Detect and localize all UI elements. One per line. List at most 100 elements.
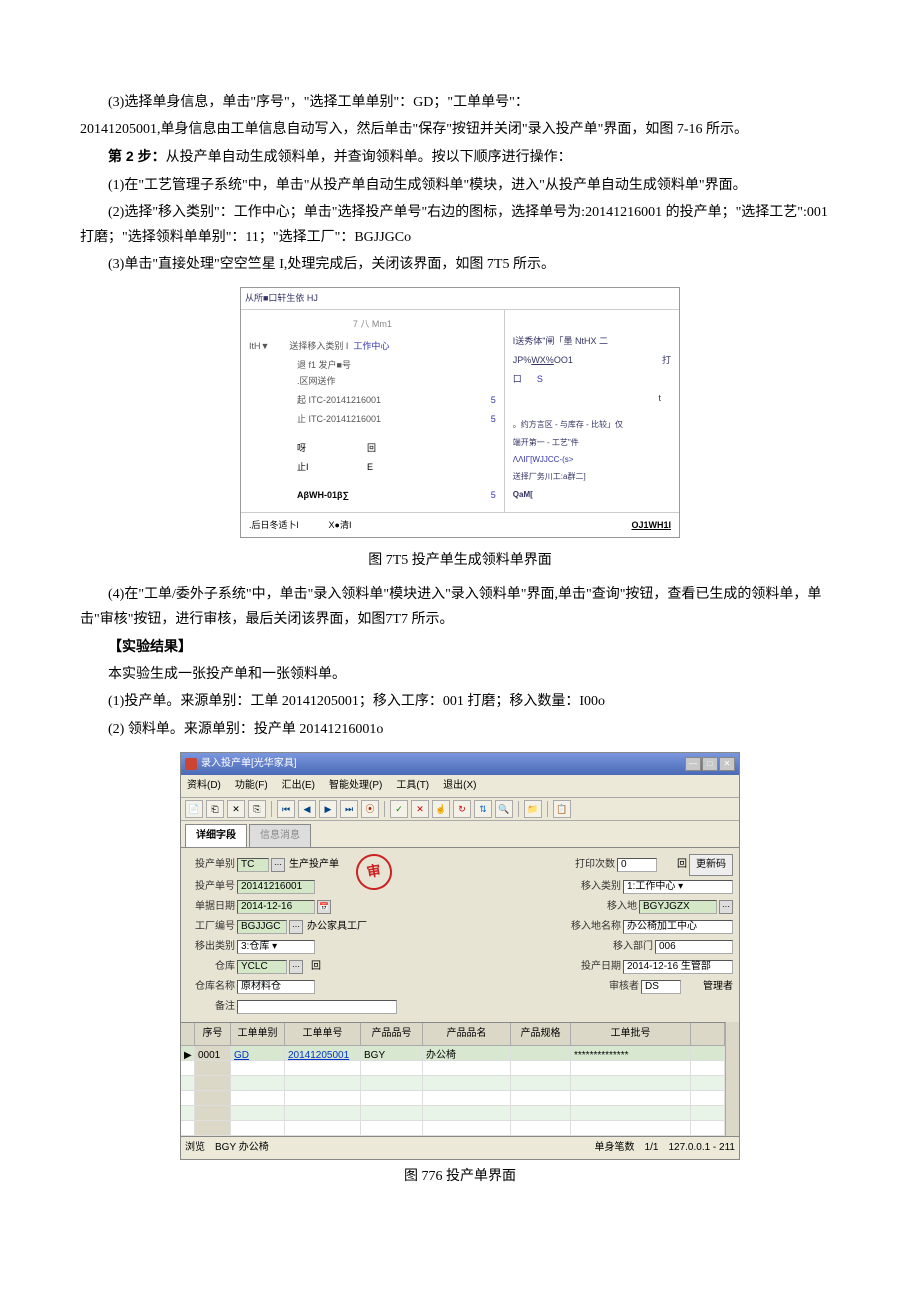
pick-order-type[interactable]: ⋯ <box>271 858 285 872</box>
fig1-r1-lbl: 送择移入类别 I <box>289 338 349 354</box>
cell-spec <box>511 1046 571 1060</box>
gh-marker <box>181 1023 195 1045</box>
input-move-loc[interactable]: BGYJGZX <box>639 900 717 914</box>
lbl-remark: 备注 <box>187 998 235 1016</box>
tb-next-icon[interactable]: ▶ <box>319 800 337 818</box>
status-count-lbl: 单身笔数 <box>595 1139 635 1157</box>
fig1-r4-lbl: 止 ITC-20141216001 <box>297 411 407 427</box>
pick-factory[interactable]: ⋯ <box>289 920 303 934</box>
input-warehouse[interactable]: YCLC <box>237 960 287 974</box>
tb-check-icon[interactable]: ✓ <box>390 800 408 818</box>
cell-rest <box>691 1046 725 1060</box>
pick-move-loc[interactable]: ⋯ <box>719 900 733 914</box>
table-row[interactable]: ▶ 0001 GD 20141205001 BGY 办公椅 **********… <box>181 1046 725 1061</box>
lbl-print-count: 打印次数 <box>567 856 615 874</box>
input-print-count[interactable]: 0 <box>617 858 657 872</box>
menu-data[interactable]: 资料(D) <box>187 777 221 795</box>
select-move-type[interactable]: 1:工作中心 ▾ <box>623 880 733 894</box>
pick-warehouse[interactable]: ⋯ <box>289 960 303 974</box>
input-doc-date[interactable]: 2014-12-16 <box>237 900 315 914</box>
form-panel: 审 投产单别 TC ⋯ 生产投产单 打印次数 0 回 更新码 投产单号 2014… <box>181 847 739 1022</box>
gh-name[interactable]: 产品品名 <box>423 1023 511 1045</box>
tb-target-icon[interactable]: ⦿ <box>361 800 379 818</box>
input-order-no[interactable]: 20141216001 <box>237 880 315 894</box>
row-marker: ▶ <box>181 1046 195 1060</box>
gh-type[interactable]: 工单单别 <box>231 1023 285 1045</box>
tb-refresh-icon[interactable]: ↻ <box>453 800 471 818</box>
caption-776: 图 776 投产单界面 <box>80 1164 840 1189</box>
cell-ord[interactable]: 20141205001 <box>285 1046 361 1060</box>
lbl-auditor: 审核者 <box>591 978 639 996</box>
gh-ord[interactable]: 工单单号 <box>285 1023 361 1045</box>
fig1-r5a: 呀 <box>297 440 367 456</box>
tb-clip-icon[interactable]: 📋 <box>553 800 571 818</box>
para-step2: 第 2 步：从投产单自动生成领料单，并查询领料单。按以下顺序进行操作： <box>80 144 840 170</box>
table-row[interactable] <box>181 1061 725 1076</box>
menu-export[interactable]: 汇出(E) <box>282 777 315 795</box>
tb-search-icon[interactable]: 🔍 <box>495 800 513 818</box>
input-remark[interactable] <box>237 1000 397 1014</box>
pick-doc-date[interactable]: 📅 <box>317 900 331 914</box>
fig1-r7-lbl: AβWH-01β∑ <box>297 487 407 503</box>
status-count-val: 1/1 <box>645 1139 659 1157</box>
lbl-order-no: 投产单号 <box>187 878 235 896</box>
tb-last-icon[interactable]: ⏭ <box>340 800 358 818</box>
toolbar: 📄 ⎗ ✕ ⎘ ⏮ ◀ ▶ ⏭ ⦿ ✓ ✕ ☝ ↻ ⇅ 🔍 📁 📋 <box>181 798 739 821</box>
tb-cancel-icon[interactable]: ✕ <box>411 800 429 818</box>
tab-detail[interactable]: 详细字段 <box>185 824 247 847</box>
input-factory[interactable]: BGJJGC <box>237 920 287 934</box>
ext-warehouse: 回 <box>311 958 321 976</box>
maximize-button[interactable]: □ <box>702 757 718 771</box>
status-host: 127.0.0.1 - 211 <box>668 1139 735 1157</box>
input-wh-name[interactable]: 原材料仓 <box>237 980 315 994</box>
fig1-r5b: 回 <box>367 440 376 456</box>
tb-print-icon[interactable]: ⎘ <box>248 800 266 818</box>
gh-seq[interactable]: 序号 <box>195 1023 231 1045</box>
select-out-type[interactable]: 3:仓库 ▾ <box>237 940 315 954</box>
para-s2-2: (2)选择"移入类别"：工作中心；单击"选择投产单号"右边的图标，选择单号为:2… <box>80 200 840 250</box>
gh-prod[interactable]: 产品品号 <box>361 1023 423 1045</box>
data-grid: 序号 工单单别 工单单号 产品品号 产品品名 产品规格 工单批号 ▶ 0001 … <box>181 1022 725 1136</box>
table-row[interactable] <box>181 1121 725 1136</box>
tb-first-icon[interactable]: ⏮ <box>277 800 295 818</box>
minimize-button[interactable]: — <box>685 757 701 771</box>
tb-new-icon[interactable]: 📄 <box>185 800 203 818</box>
gh-batch[interactable]: 工单批号 <box>571 1023 691 1045</box>
tab-info[interactable]: 信息消息 <box>249 824 311 847</box>
tb-folder-icon[interactable]: 📁 <box>524 800 542 818</box>
fig1-r2-lbl: 退 f1 发户■号 <box>297 357 357 373</box>
fig1-header: 从所■口轩生依 HJ <box>241 288 679 309</box>
cell-type[interactable]: GD <box>231 1046 285 1060</box>
tb-copy-icon[interactable]: ⎗ <box>206 800 224 818</box>
fig1-right7: ΛΛIΓ[WJJCC-(s> <box>513 453 671 467</box>
input-auditor[interactable]: DS <box>641 980 681 994</box>
figure-7t5: 从所■口轩生依 HJ 7 八 Mm1 ItH▼ 送择移入类别 I 工作中心 退 … <box>240 287 680 538</box>
input-order-type[interactable]: TC <box>237 858 269 872</box>
close-button[interactable]: ✕ <box>719 757 735 771</box>
input-prod-date[interactable]: 2014-12-16 生管部 <box>623 960 733 974</box>
table-row[interactable] <box>181 1076 725 1091</box>
input-move-name[interactable]: 办公椅加工中心 <box>623 920 733 934</box>
menu-func[interactable]: 功能(F) <box>235 777 268 795</box>
tb-hand-icon[interactable]: ☝ <box>432 800 450 818</box>
tb-delete-icon[interactable]: ✕ <box>227 800 245 818</box>
tb-sort-icon[interactable]: ⇅ <box>474 800 492 818</box>
para-s2-4: (4)在"工单/委外子系统"中，单击"录入领料单"模块进入"录入领料单"界面,单… <box>80 582 840 632</box>
ext-order-type: 生产投产单 <box>289 856 339 874</box>
cell-name: 办公椅 <box>423 1046 511 1060</box>
vertical-scrollbar[interactable] <box>725 1022 739 1136</box>
update-button[interactable]: 更新码 <box>689 854 733 876</box>
tb-prev-icon[interactable]: ◀ <box>298 800 316 818</box>
fig1-r1-val: 工作中心 <box>353 338 389 354</box>
para-3: (3)选择单身信息，单击"序号"，"选择工单单别"：GD；"工单单号"： <box>80 90 840 115</box>
menu-smart[interactable]: 智能处理(P) <box>329 777 382 795</box>
menu-exit[interactable]: 退出(X) <box>443 777 476 795</box>
gh-spec[interactable]: 产品规格 <box>511 1023 571 1045</box>
table-row[interactable] <box>181 1091 725 1106</box>
titlebar: 录入投产单[光华家具] — □ ✕ <box>181 753 739 775</box>
para-result-head: 【实验结果】 <box>80 634 840 660</box>
table-row[interactable] <box>181 1106 725 1121</box>
input-move-dept[interactable]: 006 <box>655 940 733 954</box>
status-bar: 浏览 BGY 办公椅 单身笔数 1/1 127.0.0.1 - 211 <box>181 1136 739 1159</box>
menu-tools[interactable]: 工具(T) <box>396 777 429 795</box>
